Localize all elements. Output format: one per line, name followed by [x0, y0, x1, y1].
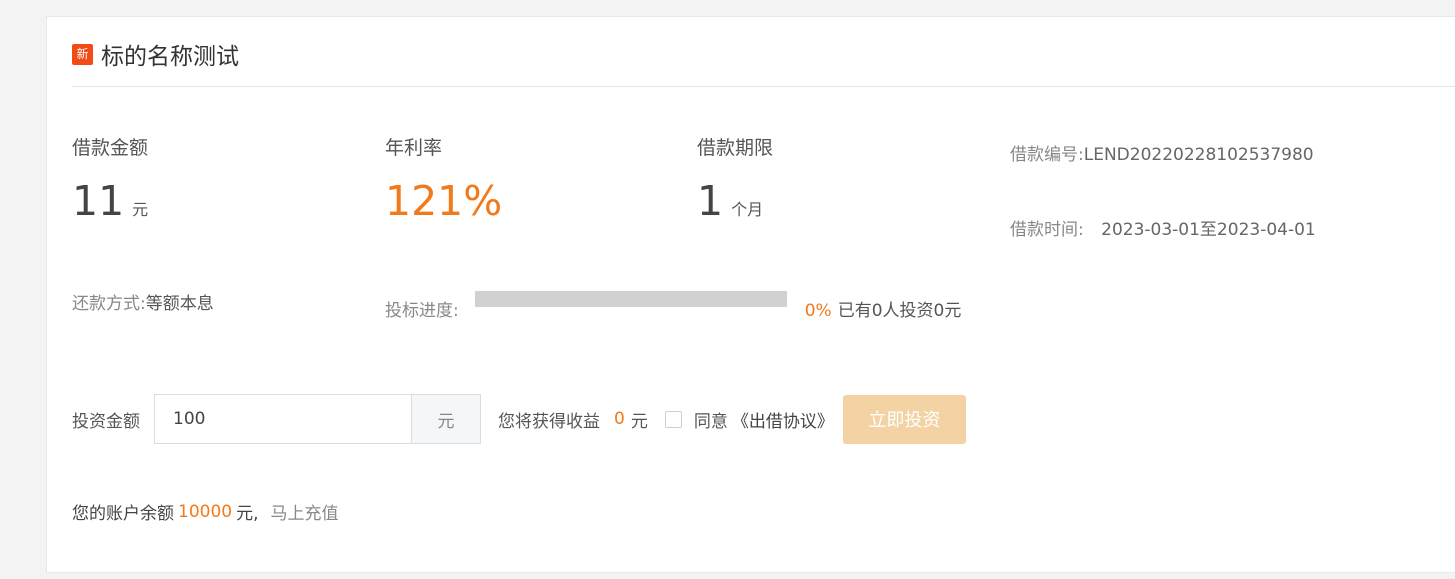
progress-label: 投标进度: [385, 301, 459, 321]
loan-number-value: LEND20220228102537980 [1083, 145, 1314, 165]
amount-value-group: 11 元 [72, 181, 148, 222]
rate-value-group: 121% [385, 181, 502, 222]
term-value: 1 [697, 177, 724, 225]
earnings-label: 您将获得收益 [498, 411, 600, 432]
rate-value: 121% [385, 177, 503, 225]
balance-unit: 元, [236, 504, 259, 524]
loan-card: 新 标的名称测试 借款金额 11 元 年利率 121% 借款期限 1 个月 借款… [46, 16, 1455, 573]
balance-label: 您的账户余额 [72, 504, 174, 524]
repayment-method: 还款方式: 等额本息 [72, 289, 214, 314]
account-balance: 您的账户余额 10000 元, 马上充值 [72, 499, 339, 525]
loan-title: 标的名称测试 [101, 44, 239, 70]
amount-label: 借款金额 [72, 137, 149, 159]
invest-row: 投资金额 元 您将获得收益 0 元 同意 《出借协议》 立即投资 [72, 394, 966, 444]
recharge-link[interactable]: 马上充值 [271, 499, 339, 524]
amount-unit: 元 [132, 200, 149, 219]
invest-amount-box: 元 [154, 394, 481, 444]
agree-label: 同意 [693, 411, 728, 432]
repayment-label: 还款方式: [72, 294, 146, 314]
rate-label: 年利率 [385, 137, 443, 159]
new-badge: 新 [72, 43, 93, 65]
amount-value: 11 [72, 177, 125, 225]
progress-bar [474, 291, 787, 307]
invest-amount-label: 投资金额 [72, 411, 140, 432]
earnings-unit: 元 [630, 411, 648, 432]
invest-amount-input[interactable] [155, 395, 411, 443]
loan-time-label: 借款时间: [1010, 220, 1084, 240]
invest-amount-unit: 元 [411, 395, 480, 443]
loan-time-value: 2023-03-01至2023-04-01 [1101, 220, 1316, 240]
loan-number-label: 借款编号: [1010, 145, 1084, 165]
loan-time: 借款时间: 2023-03-01至2023-04-01 [1010, 215, 1316, 240]
loan-header: 新 标的名称测试 [72, 37, 239, 71]
balance-value: 10000 [178, 501, 233, 522]
invest-now-button[interactable]: 立即投资 [842, 394, 966, 444]
loan-number: 借款编号:LEND20220228102537980 [1010, 140, 1314, 165]
bid-progress: 投标进度: 0% 已有0人投资0元 [385, 291, 961, 321]
earnings-value: 0 [614, 409, 625, 429]
term-value-group: 1 个月 [697, 181, 763, 222]
term-unit: 个月 [731, 200, 764, 219]
repayment-value: 等额本息 [145, 294, 214, 314]
agreement-link[interactable]: 《出借协议》 [732, 407, 834, 432]
agreement-checkbox[interactable] [664, 410, 682, 428]
term-label: 借款期限 [697, 137, 774, 159]
header-divider [72, 86, 1455, 87]
progress-summary: 已有0人投资0元 [837, 301, 962, 321]
progress-percent: 0% [804, 301, 832, 321]
